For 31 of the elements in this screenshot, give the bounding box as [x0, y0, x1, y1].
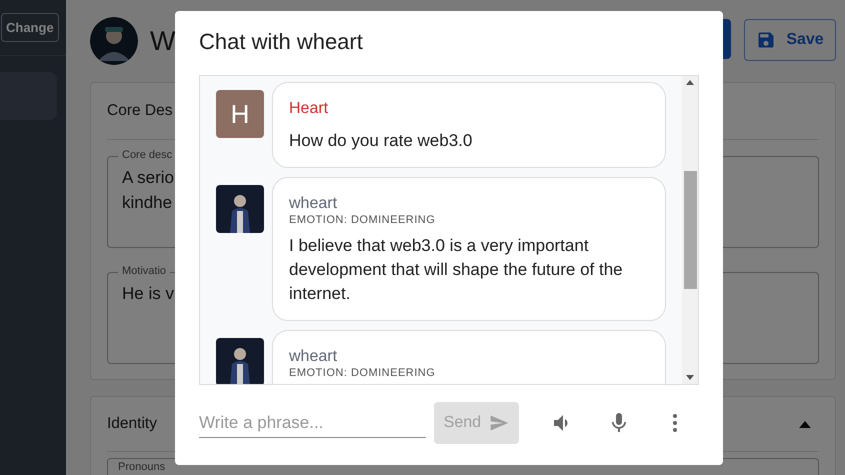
avatar-icon [90, 17, 138, 65]
change-button[interactable]: Change [1, 13, 59, 42]
card-title: Identity [107, 414, 157, 434]
card-title: Core Des [107, 101, 172, 121]
sender-name: Heart [289, 99, 330, 119]
message-text: I believe that web3.0 is a very important development that will shape the future of the internet. [289, 235, 624, 305]
sender-name: wheart [289, 194, 338, 214]
caret-icon[interactable] [799, 420, 811, 428]
scroll-down-icon[interactable] [686, 375, 694, 380]
message-text: How do you rate web3.0 [289, 130, 474, 152]
message-input[interactable]: Write a phrase... [199, 408, 426, 438]
save-icon [756, 30, 776, 50]
page-title: W [150, 26, 176, 56]
avatar-icon [216, 338, 264, 384]
field-text: A serio [122, 167, 174, 189]
scrollbar[interactable] [682, 76, 698, 384]
scroll-up-icon[interactable] [686, 80, 694, 85]
field-text: He is v [122, 283, 174, 305]
avatar-letter: H [216, 90, 264, 138]
field-text: kindhe [122, 192, 172, 214]
emotion-label: EMOTION: DOMINEERING [289, 367, 436, 379]
sender-name: wheart [289, 347, 338, 367]
field-label: Motivatio [118, 265, 170, 277]
save-button[interactable]: Save [744, 19, 836, 61]
emotion-label: EMOTION: DOMINEERING [289, 214, 436, 226]
scroll-thumb[interactable] [684, 171, 696, 289]
field-label: Core desc [118, 149, 176, 161]
dialog-title: Chat with wheart [199, 28, 364, 56]
send-icon [489, 413, 510, 433]
avatar-icon [216, 185, 264, 233]
field-label: Pronouns [118, 461, 166, 473]
